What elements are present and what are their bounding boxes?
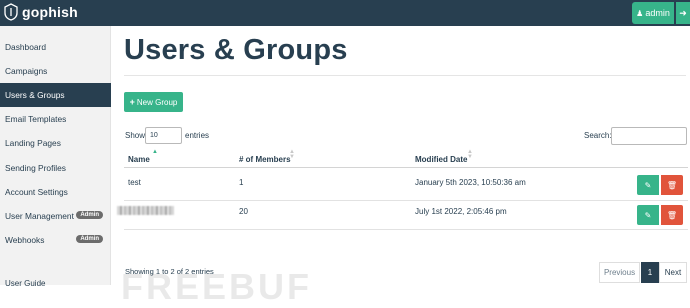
sidebar-item-label: Users & Groups	[5, 90, 65, 100]
sidebar-item-account-settings[interactable]: Account Settings	[0, 180, 111, 204]
sidebar-item-label: User Management	[5, 211, 74, 221]
plus-icon: +	[129, 97, 135, 107]
trash-icon: 🗑	[666, 180, 678, 190]
sidebar-item-label: Email Templates	[5, 114, 67, 124]
brand-link[interactable]: gophish	[4, 3, 78, 21]
edit-group-button[interactable]: ✎	[637, 175, 659, 195]
sidebar-item-label: Sending Profiles	[5, 163, 66, 173]
delete-group-button[interactable]: 🗑	[661, 175, 683, 195]
sidebar-item-user-management[interactable]: User Management Admin	[0, 204, 111, 228]
search-input[interactable]	[611, 127, 687, 145]
pagination-previous[interactable]: Previous	[599, 262, 640, 283]
group-modified-date: January 5th 2023, 10:50:36 am	[415, 178, 526, 187]
pencil-icon: ✎	[644, 180, 652, 190]
column-header-members[interactable]: # of Members	[239, 155, 291, 164]
group-modified-date: July 1st 2022, 2:05:46 pm	[415, 207, 507, 216]
new-group-button[interactable]: + New Group	[124, 92, 183, 112]
pagination-page-1[interactable]: 1	[641, 262, 659, 283]
group-members: 20	[239, 207, 248, 216]
brand-name: gophish	[22, 4, 78, 20]
sidebar-item-email-templates[interactable]: Email Templates	[0, 107, 111, 131]
group-name: test	[128, 178, 141, 187]
group-members: 1	[239, 178, 244, 187]
user-menu-button[interactable]: ♟ admin	[632, 2, 674, 24]
sidebar-item-dashboard[interactable]: Dashboard	[0, 35, 111, 59]
length-entries-label: entries	[185, 131, 210, 140]
sidebar-item-landing-pages[interactable]: Landing Pages	[0, 131, 111, 155]
column-header-modified-date[interactable]: Modified Date	[415, 155, 467, 164]
trash-icon: 🗑	[666, 210, 678, 220]
sidebar-item-label: Landing Pages	[5, 138, 61, 148]
user-icon: ♟	[636, 8, 644, 18]
sidebar-item-sending-profiles[interactable]: Sending Profiles	[0, 156, 111, 180]
entries-length-value: 10	[150, 132, 158, 139]
top-navbar: gophish ♟ admin ➜	[0, 0, 690, 26]
sort-both-icon: ▲ ▼	[467, 149, 473, 160]
page-title: Users & Groups	[124, 34, 348, 66]
admin-badge: Admin	[76, 235, 103, 243]
table-row-divider	[124, 200, 688, 201]
pencil-icon: ✎	[644, 210, 652, 220]
admin-badge: Admin	[76, 211, 103, 219]
logout-button[interactable]: ➜	[676, 2, 690, 24]
main-content: Users & Groups + New Group Show 10 entri…	[111, 26, 690, 307]
shield-logo-icon	[4, 3, 18, 21]
edit-group-button[interactable]: ✎	[637, 205, 659, 225]
sidebar-item-label: Dashboard	[5, 42, 46, 52]
sign-out-icon: ➜	[679, 7, 687, 18]
redacted-group-name	[117, 206, 174, 215]
title-divider	[124, 75, 686, 76]
sidebar-item-webhooks[interactable]: Webhooks Admin	[0, 228, 111, 252]
new-group-label: New Group	[136, 97, 178, 107]
entries-length-select[interactable]: 10	[145, 127, 182, 144]
user-menu-label: admin	[645, 8, 670, 18]
sidebar-item-users-groups[interactable]: Users & Groups	[0, 83, 111, 107]
sidebar-item-label: Account Settings	[5, 187, 68, 197]
sidebar-item-user-guide[interactable]: User Guide	[5, 279, 45, 288]
column-header-name[interactable]: Name	[128, 155, 150, 164]
delete-group-button[interactable]: 🗑	[661, 205, 683, 225]
table-header-divider	[124, 167, 688, 168]
table-info: Showing 1 to 2 of 2 entries	[125, 267, 214, 276]
table-row-divider	[124, 229, 688, 230]
pagination-next[interactable]: Next	[659, 262, 687, 283]
sort-both-icon: ▲ ▼	[289, 149, 295, 160]
search-label: Search:	[584, 131, 612, 140]
length-show-label: Show	[125, 131, 146, 140]
sidebar-item-label: Webhooks	[5, 235, 45, 245]
sort-asc-icon: ▲	[152, 149, 158, 155]
sidebar-item-label: Campaigns	[5, 66, 48, 76]
sidebar-item-campaigns[interactable]: Campaigns	[0, 59, 111, 83]
sidebar: Dashboard Campaigns Users & Groups Email…	[0, 26, 111, 285]
